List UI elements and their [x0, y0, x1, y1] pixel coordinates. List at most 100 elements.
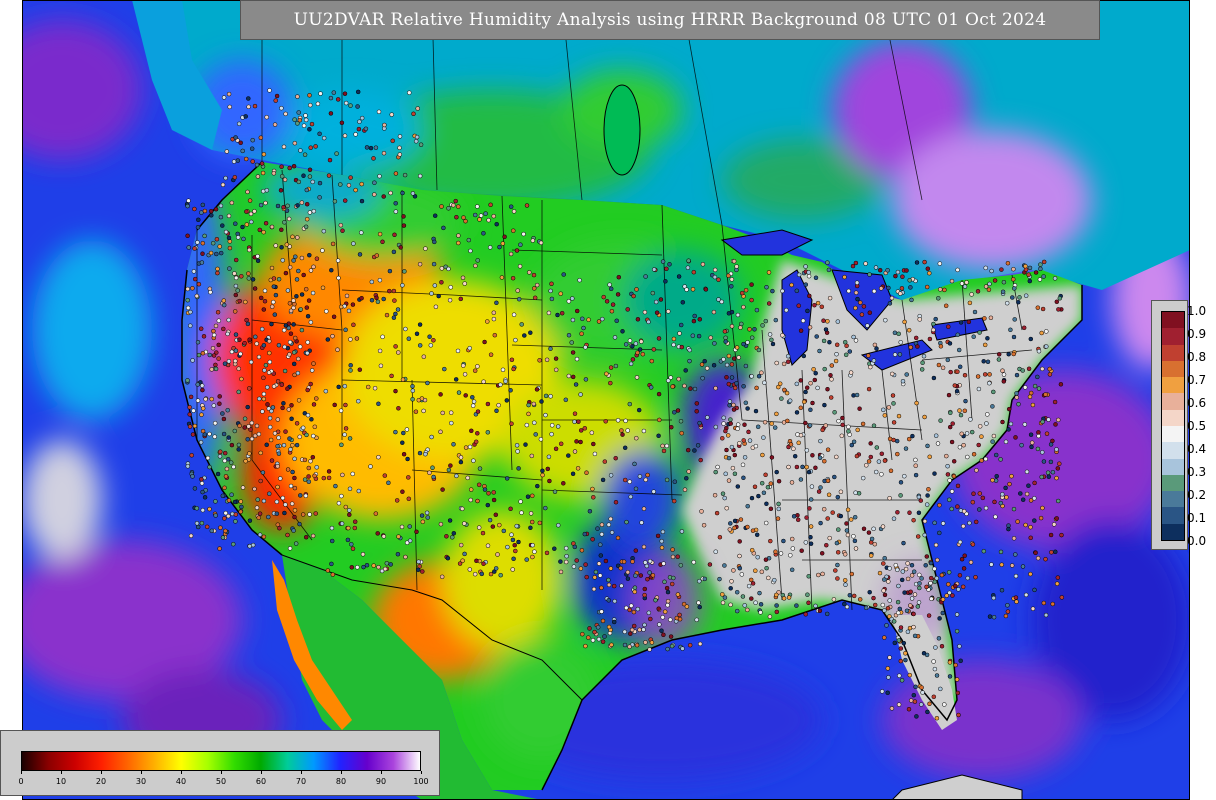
station-dot — [851, 593, 857, 599]
station-dot — [439, 574, 445, 580]
station-dot — [448, 463, 453, 468]
map-title: UU2DVAR Relative Humidity Analysis using… — [240, 0, 1100, 40]
station-dot — [281, 327, 287, 333]
station-dot — [642, 586, 648, 592]
station-dot — [514, 443, 520, 448]
station-dot — [417, 173, 423, 179]
station-dot — [670, 547, 675, 552]
station-dot — [808, 380, 813, 386]
station-dot — [650, 290, 656, 296]
station-dot — [604, 371, 609, 377]
station-dot — [682, 383, 687, 389]
station-dot — [863, 605, 869, 611]
station-dot — [373, 511, 379, 516]
station-dot — [291, 298, 296, 303]
station-dot — [946, 392, 952, 398]
station-dot — [731, 356, 737, 361]
station-dot — [694, 401, 700, 406]
station-dot — [1054, 516, 1059, 521]
station-dot — [947, 341, 953, 346]
station-dot — [770, 288, 775, 294]
station-dot — [291, 163, 297, 169]
station-dot — [317, 180, 323, 186]
station-dot — [791, 446, 796, 451]
station-dot — [1028, 432, 1034, 437]
station-dot — [253, 334, 258, 340]
rh-tick-label: 20 — [95, 777, 107, 786]
station-dot — [1048, 459, 1054, 465]
station-dot — [976, 386, 982, 392]
station-dot — [357, 252, 363, 257]
station-dot — [732, 452, 738, 458]
station-dot — [473, 263, 478, 269]
station-dot — [445, 555, 451, 561]
station-dot — [939, 572, 945, 578]
station-dot — [244, 317, 249, 323]
station-dot — [310, 454, 316, 460]
station-dot — [877, 570, 883, 576]
station-dot — [917, 572, 922, 578]
station-dot — [906, 436, 912, 442]
station-dot — [729, 362, 735, 367]
station-dot — [427, 470, 432, 475]
station-dot — [684, 287, 689, 292]
station-dot — [991, 595, 996, 601]
station-dot — [291, 350, 297, 355]
station-dot — [300, 425, 306, 431]
station-dot — [983, 505, 989, 511]
station-dot — [820, 427, 825, 433]
station-dot — [960, 584, 966, 590]
station-dot — [575, 466, 581, 471]
station-dot — [961, 566, 967, 571]
station-dot — [1055, 575, 1061, 580]
station-dot — [239, 376, 244, 382]
station-dot — [729, 375, 735, 380]
station-dot — [641, 506, 647, 511]
station-dot — [641, 544, 647, 550]
station-dot — [468, 248, 473, 254]
station-dot — [794, 464, 800, 470]
station-dot — [321, 135, 327, 141]
station-dot — [299, 327, 305, 333]
station-dot — [518, 499, 523, 504]
station-dot — [917, 317, 922, 322]
station-dot — [190, 432, 196, 437]
station-dot — [607, 282, 612, 287]
station-dot — [192, 423, 198, 429]
station-dot — [339, 442, 344, 448]
station-dot — [531, 272, 537, 278]
station-dot — [308, 268, 314, 273]
station-dot — [754, 307, 760, 313]
station-dot — [1020, 564, 1026, 569]
station-dot — [285, 386, 290, 391]
station-dot — [566, 299, 572, 304]
station-dot — [591, 441, 596, 447]
station-dot — [935, 441, 941, 446]
station-dot — [360, 552, 366, 557]
station-dot — [773, 549, 778, 554]
station-dot — [701, 522, 707, 528]
station-dot — [720, 491, 726, 496]
station-dot — [835, 562, 840, 568]
station-dot — [853, 338, 859, 343]
station-dot — [842, 601, 847, 607]
station-dot — [301, 123, 307, 128]
station-dot — [545, 466, 551, 472]
station-dot — [825, 516, 830, 521]
station-dot — [240, 485, 246, 490]
station-dot — [913, 463, 918, 468]
station-dot — [940, 597, 946, 602]
station-dot — [872, 342, 878, 348]
station-dot — [817, 348, 822, 354]
station-dot — [713, 549, 718, 554]
station-dot — [381, 194, 386, 199]
station-dot — [368, 464, 373, 469]
obs-tick-label: 0.3 — [1187, 465, 1207, 479]
station-dot — [804, 385, 810, 390]
station-dot — [359, 295, 364, 301]
station-dot — [956, 587, 961, 592]
station-dot — [735, 312, 741, 318]
station-dot — [889, 295, 895, 301]
station-dot — [976, 442, 981, 448]
station-dot — [869, 536, 875, 542]
